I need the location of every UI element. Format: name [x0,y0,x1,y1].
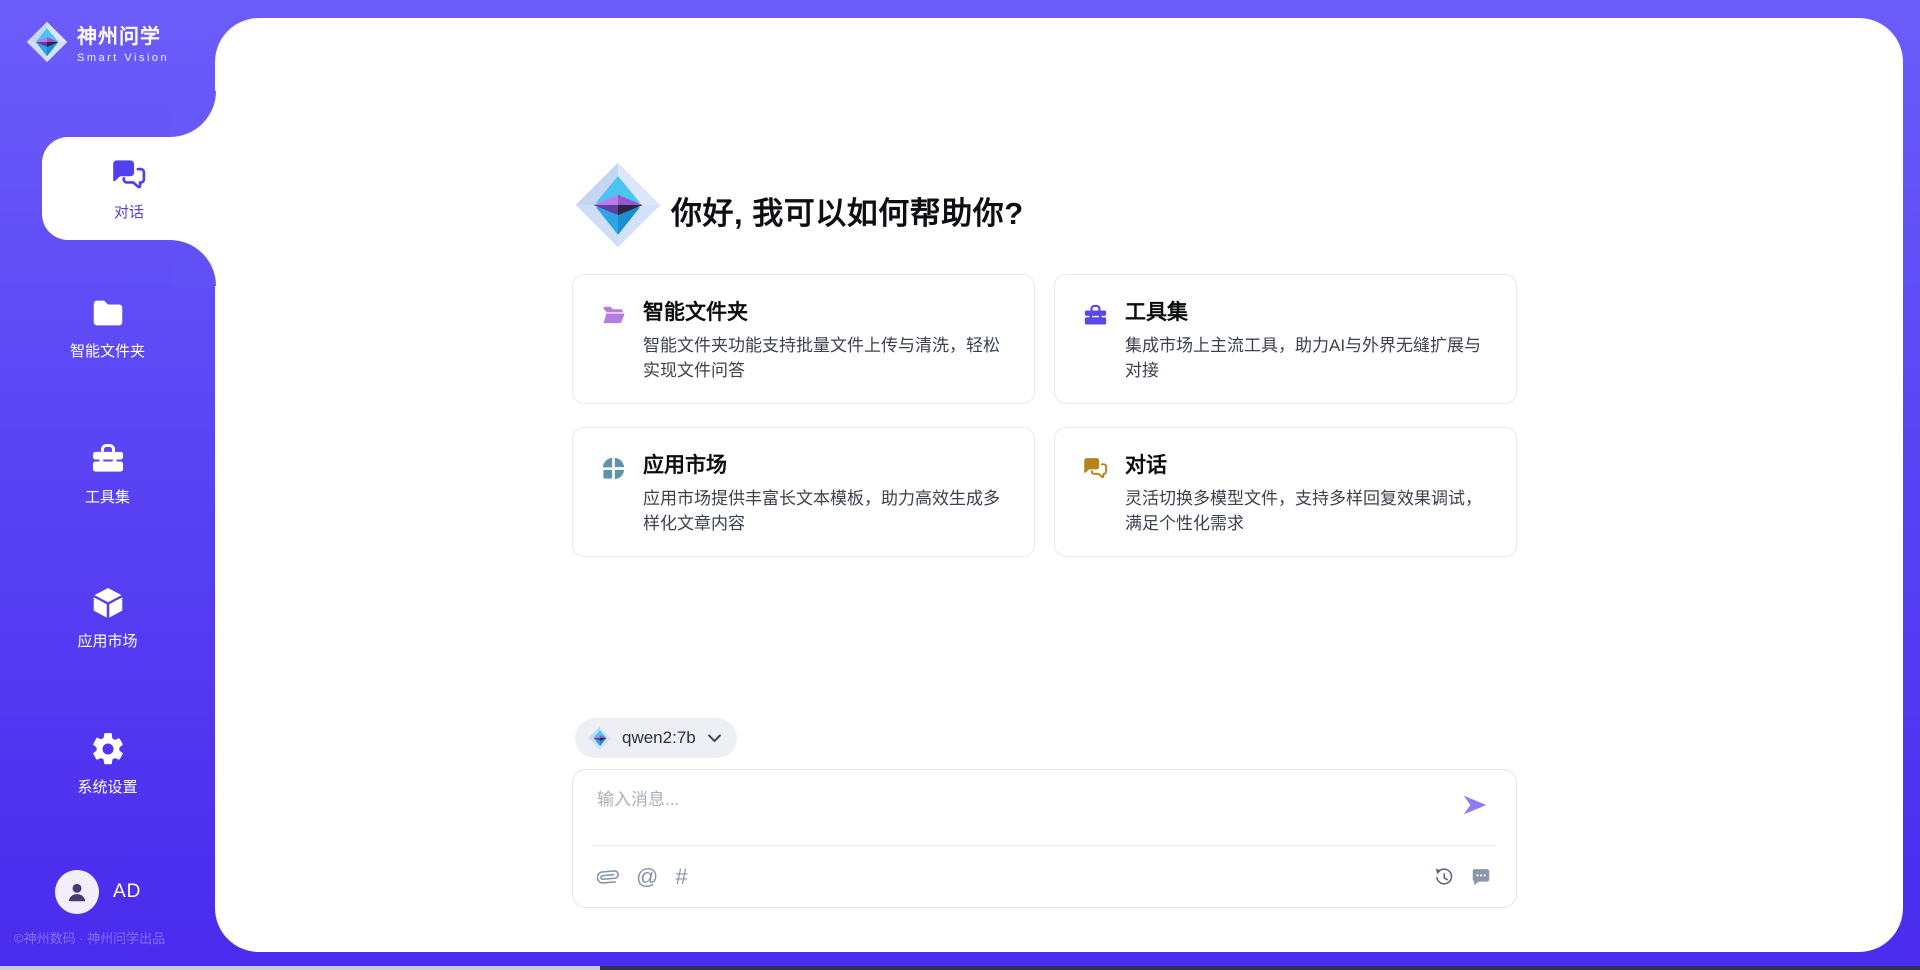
card-title: 智能文件夹 [643,300,1008,326]
bottom-scrollbar-track [600,966,1920,970]
history-icon[interactable] [1433,866,1455,888]
chat-bubbles-icon [1082,455,1109,482]
card-smart-folder[interactable]: 智能文件夹 智能文件夹功能支持批量文件上传与清洗，轻松实现文件问答 [572,274,1035,404]
greeting-diamond-logo [574,161,662,249]
bottom-scrollbar-thumb[interactable] [0,966,600,970]
main-content: 你好, 我可以如何帮助你? 智能文件夹 智能文件夹功能支持批量文件上传与清洗，轻… [0,0,1920,970]
model-diamond-icon [588,726,612,750]
card-chat[interactable]: 对话 灵活切换多模型文件，支持多样回复效果调试，满足个性化需求 [1054,427,1517,557]
model-name: qwen2:7b [622,728,696,748]
app-window: 对话 神州问学 Smart Vision 智能文件夹 工具集 应用市场 系统设置 [0,0,1920,970]
card-description: 灵活切换多模型文件，支持多样回复效果调试，满足个性化需求 [1125,486,1497,536]
at-icon[interactable]: @ [636,866,658,888]
chat-dots-icon[interactable] [1470,866,1492,888]
card-title: 对话 [1125,453,1490,479]
card-app-market[interactable]: 应用市场 应用市场提供丰富长文本模板，助力高效生成多样化文章内容 [572,427,1035,557]
card-toolset[interactable]: 工具集 集成市场上主流工具，助力AI与外界无缝扩展与对接 [1054,274,1517,404]
message-composer: @ # [572,769,1517,908]
toolbox-icon [1082,302,1109,329]
paperclip-icon[interactable] [597,866,619,888]
folder-open-icon [600,302,627,329]
card-description: 应用市场提供丰富长文本模板，助力高效生成多样化文章内容 [643,486,1015,536]
composer-toolbar: @ # [593,845,1496,907]
card-description: 智能文件夹功能支持批量文件上传与清洗，轻松实现文件问答 [643,333,1015,383]
send-icon[interactable] [1460,790,1490,820]
message-input[interactable] [597,785,1437,840]
card-title: 工具集 [1125,300,1490,326]
apps-icon [600,455,627,482]
chevron-down-icon [708,734,721,743]
greeting-title: 你好, 我可以如何帮助你? [671,188,1024,233]
card-description: 集成市场上主流工具，助力AI与外界无缝扩展与对接 [1125,333,1497,383]
card-title: 应用市场 [643,453,1008,479]
hash-icon[interactable]: # [675,866,687,888]
model-selector[interactable]: qwen2:7b [575,718,737,758]
